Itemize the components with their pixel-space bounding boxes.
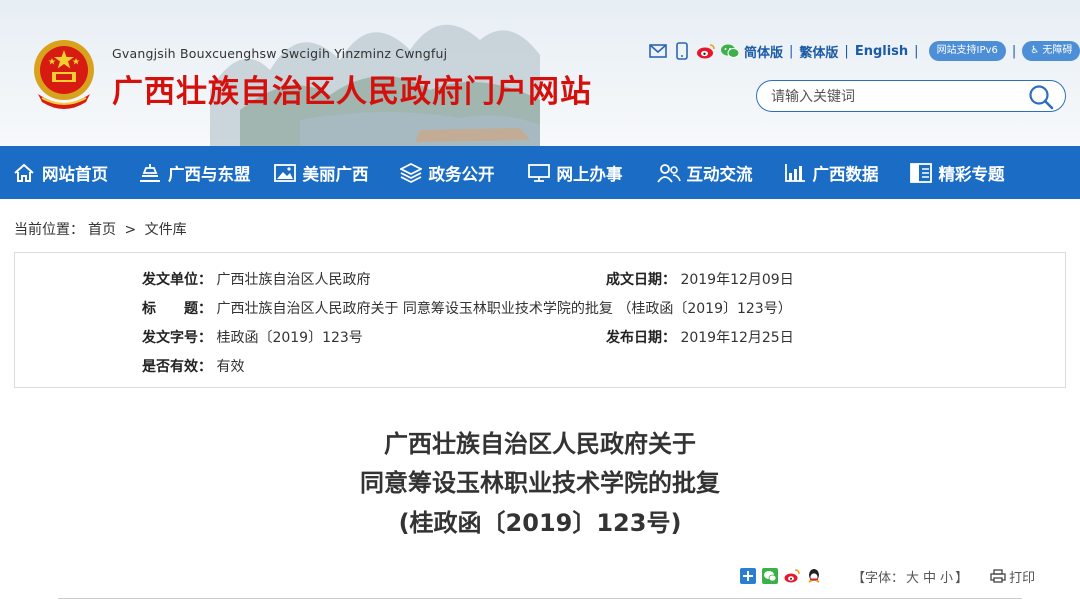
nav-item-asean[interactable]: 广西与东盟	[108, 146, 251, 199]
publish-row: 发布日期： 2019年12月25日	[606, 327, 794, 347]
traditional-link[interactable]: 繁体版	[799, 42, 838, 61]
font-medium-button[interactable]: 中	[923, 571, 936, 586]
document-info-box: 发文单位： 广西壮族自治区人民政府 成文日期： 2019年12月09日 标 题：…	[14, 252, 1066, 388]
publish-label: 发布日期：	[606, 330, 676, 346]
breadcrumb-prefix: 当前位置：	[14, 222, 84, 238]
nav-label: 政务公开	[428, 164, 495, 184]
nav-label: 网上办事	[556, 164, 623, 184]
accessibility-badge[interactable]: ♿ 无障碍	[1022, 41, 1080, 61]
landmark-icon	[138, 162, 162, 184]
divider: |	[844, 43, 849, 59]
main-nav: 网站首页 广西与东盟 美丽广西 政务公开 网上办事 互动交流 广西数据 精彩专题	[0, 146, 1080, 199]
publish-value: 2019年12月25日	[680, 330, 794, 346]
document-title-line-2: 同意筹设玉林职业技术学院的批复	[360, 469, 720, 497]
docno-label: 发文字号：	[142, 330, 212, 346]
panel-icon	[909, 162, 933, 184]
weibo-share-icon[interactable]	[784, 568, 800, 584]
nav-item-data[interactable]: 广西数据	[753, 146, 879, 199]
simplified-link[interactable]: 简体版	[744, 42, 783, 61]
docno-value: 桂政函〔2019〕123号	[216, 330, 363, 346]
title-label: 标 题：	[142, 301, 212, 317]
picture-icon	[273, 162, 297, 184]
title-row: 标 题： 广西壮族自治区人民政府关于 同意筹设玉林职业技术学院的批复 （桂政函〔…	[142, 298, 792, 318]
article-tools: 【字体：大中小】 打印	[740, 564, 1035, 588]
issuer-row: 发文单位： 广西壮族自治区人民政府	[142, 269, 370, 289]
nav-item-online-service[interactable]: 网上办事	[495, 146, 623, 199]
nav-label: 网站首页	[42, 164, 108, 184]
monitor-icon	[527, 162, 551, 184]
font-size-suffix: 】	[955, 570, 969, 586]
valid-label: 是否有效：	[142, 359, 212, 375]
english-link[interactable]: English	[855, 44, 908, 59]
print-label: 打印	[1009, 570, 1036, 586]
search-icon[interactable]	[1027, 83, 1055, 111]
docno-row: 发文字号： 桂政函〔2019〕123号	[142, 327, 363, 347]
breadcrumb-current[interactable]: 文件库	[145, 222, 187, 238]
divider: |	[914, 43, 919, 59]
ipv6-badge[interactable]: 网站支持IPv6	[928, 41, 1006, 61]
nav-label: 美丽广西	[302, 164, 369, 184]
nav-label: 广西数据	[812, 164, 879, 184]
font-size-control: 【字体：大中小】	[852, 567, 968, 586]
date-row: 成文日期： 2019年12月09日	[606, 269, 794, 289]
title-value: 广西壮族自治区人民政府关于 同意筹设玉林职业技术学院的批复 （桂政函〔2019〕…	[216, 301, 792, 317]
nav-item-topics[interactable]: 精彩专题	[879, 146, 1005, 199]
share-plus-icon[interactable]	[740, 568, 756, 584]
date-label: 成文日期：	[606, 272, 676, 288]
mail-icon[interactable]	[648, 42, 668, 60]
divider-line	[58, 598, 1022, 599]
issuer-value: 广西壮族自治区人民政府	[216, 272, 371, 288]
qq-share-icon[interactable]	[806, 568, 822, 584]
font-size-prefix: 【字体：	[852, 570, 905, 586]
wechat-share-icon[interactable]	[762, 568, 778, 584]
nav-label: 精彩专题	[938, 164, 1005, 184]
layers-icon	[399, 162, 423, 184]
bar-chart-icon	[783, 162, 807, 184]
mobile-icon[interactable]	[672, 42, 692, 60]
breadcrumb-home-link[interactable]: 首页	[88, 222, 116, 238]
font-large-button[interactable]: 大	[906, 571, 919, 586]
accessibility-label: 无障碍	[1042, 45, 1073, 56]
national-emblem-icon	[34, 40, 94, 109]
breadcrumb-separator: >	[124, 222, 137, 238]
home-icon	[12, 162, 36, 184]
site-title[interactable]: 广西壮族自治区人民政府门户网站	[112, 66, 592, 111]
wheelchair-icon: ♿	[1030, 45, 1040, 56]
nav-item-interaction[interactable]: 互动交流	[623, 146, 753, 199]
search-box	[756, 80, 1066, 112]
nav-label: 广西与东盟	[168, 164, 251, 184]
valid-row: 是否有效： 有效	[142, 356, 244, 376]
divider: |	[1011, 43, 1017, 59]
valid-value: 有效	[216, 359, 245, 375]
wechat-icon[interactable]	[720, 42, 740, 60]
site-subtitle: Gvangjsih Bouxcuenghsw Swcigih Yinzminz …	[112, 46, 448, 61]
nav-item-beautiful[interactable]: 美丽广西	[251, 146, 369, 199]
font-small-button[interactable]: 小	[940, 571, 953, 586]
site-header: Gvangjsih Bouxcuenghsw Swcigih Yinzminz …	[0, 0, 1080, 146]
breadcrumb: 当前位置： 首页 > 文件库	[14, 219, 191, 239]
weibo-icon[interactable]	[696, 42, 716, 60]
document-title-line-3: (桂政函〔2019〕123号)	[398, 509, 682, 537]
nav-label: 互动交流	[686, 164, 753, 184]
search-input[interactable]	[771, 87, 1021, 107]
divider: |	[789, 43, 794, 59]
printer-icon	[990, 569, 1006, 583]
nav-item-open-gov[interactable]: 政务公开	[369, 146, 495, 199]
issuer-label: 发文单位：	[142, 272, 212, 288]
date-value: 2019年12月09日	[680, 272, 794, 288]
print-button[interactable]: 打印	[990, 567, 1035, 586]
nav-item-home[interactable]: 网站首页	[0, 146, 108, 199]
document-title-line-1: 广西壮族自治区人民政府关于	[384, 430, 696, 458]
users-icon	[656, 162, 681, 184]
top-links: 简体版 | 繁体版 | English | 网站支持IPv6 | ♿ 无障碍	[648, 40, 1080, 62]
